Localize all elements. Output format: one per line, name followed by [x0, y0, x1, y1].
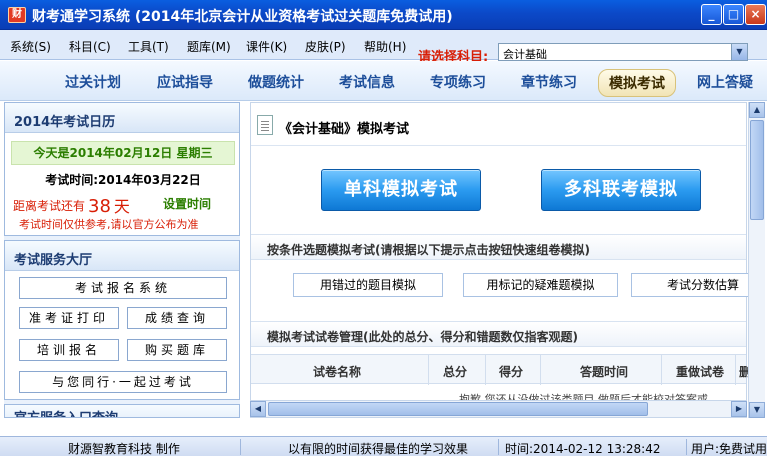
- main-tab-bar: 过关计划 应试指导 做题统计 考试信息 专项练习 章节练习 模拟考试 网上答疑: [0, 61, 767, 101]
- single-subject-exam-button[interactable]: 单科模拟考试: [321, 169, 481, 211]
- tab-pass-plan[interactable]: 过关计划: [65, 72, 121, 92]
- subject-select[interactable]: 会计基础 ▼: [498, 43, 748, 61]
- minimize-button[interactable]: _: [701, 4, 722, 25]
- exam-time-notice: 考试时间仅供参考,请以官方公布为准: [19, 218, 199, 231]
- tab-mock-exam[interactable]: 模拟考试: [598, 69, 676, 97]
- status-slogan: 以有限的时间获得最佳的学习效果: [288, 442, 469, 456]
- col-answer-time[interactable]: 答题时间: [580, 363, 628, 380]
- left-panel: 2014年考试日历 今天是2014年02月12日 星期三 考试时间:2014年0…: [4, 102, 240, 418]
- maximize-button[interactable]: □: [723, 4, 744, 25]
- subject-select-value: 会计基础: [503, 48, 547, 61]
- tab-exam-info[interactable]: 考试信息: [339, 72, 395, 92]
- col-score[interactable]: 得分: [499, 363, 523, 380]
- scroll-down-icon[interactable]: ▼: [749, 402, 765, 418]
- training-signup-button[interactable]: 培训报名: [19, 339, 119, 361]
- registration-system-button[interactable]: 考试报名系统: [19, 277, 227, 299]
- today-date: 今天是2014年02月12日 星期三: [11, 141, 235, 165]
- score-query-button[interactable]: 成绩查询: [127, 307, 227, 329]
- wrong-questions-mock-button[interactable]: 用错过的题目模拟: [293, 273, 443, 297]
- tab-practice-stats[interactable]: 做题统计: [248, 72, 304, 92]
- set-time-link[interactable]: 设置时间: [163, 195, 211, 212]
- col-paper-name[interactable]: 试卷名称: [313, 363, 361, 380]
- service-hall-title: 考试服务大厅: [5, 241, 239, 271]
- watermark-logo: [640, 390, 750, 430]
- scroll-left-icon[interactable]: ◀: [250, 401, 266, 417]
- column-divider: [485, 355, 486, 385]
- exam-date: 考试时间:2014年03月22日: [45, 173, 201, 187]
- official-service-box: 官方服务入口查询: [4, 404, 240, 418]
- menu-bar: 系统(S) 科目(C) 工具(T) 题库(M) 课件(K) 皮肤(P) 帮助(H…: [0, 30, 767, 65]
- mock-exam-title: 《会计基础》模拟考试: [279, 122, 410, 137]
- document-icon: [257, 115, 273, 135]
- filter-section-header: 按条件选题模拟考试(请根据以下提示点击按钮快速组卷模拟): [251, 234, 746, 260]
- window-title: 财考通学习系统 (2014年北京会计从业资格考试过关题库免费试用): [32, 9, 453, 25]
- divider: [251, 145, 746, 146]
- menu-system[interactable]: 系统(S): [10, 38, 51, 55]
- scroll-thumb-horizontal[interactable]: [268, 402, 648, 416]
- status-company: 财源智教育科技 制作: [68, 442, 180, 456]
- column-divider: [428, 355, 429, 385]
- close-button[interactable]: ×: [745, 4, 766, 25]
- menu-tools[interactable]: 工具(T): [128, 38, 169, 55]
- exam-calendar-box: 2014年考试日历 今天是2014年02月12日 星期三 考试时间:2014年0…: [4, 102, 240, 236]
- filter-section-title: 按条件选题模拟考试(请根据以下提示点击按钮快速组卷模拟): [267, 243, 590, 257]
- menu-help[interactable]: 帮助(H): [364, 38, 406, 55]
- status-divider: [498, 439, 499, 455]
- column-divider: [735, 355, 736, 385]
- study-together-button[interactable]: 与您同行·一起过考试: [19, 371, 227, 393]
- exam-calendar-title: 2014年考试日历: [5, 103, 239, 133]
- menu-subject[interactable]: 科目(C): [69, 38, 111, 55]
- app-icon: 财: [8, 7, 26, 23]
- marked-questions-mock-button[interactable]: 用标记的疑难题模拟: [463, 273, 618, 297]
- tab-topic-practice[interactable]: 专项练习: [430, 72, 486, 92]
- service-hall-box: 考试服务大厅 考试报名系统 准考证打印 成绩查询 培训报名 购买题库 与您同行·…: [4, 240, 240, 400]
- countdown-prefix: 距离考试还有: [13, 199, 86, 213]
- chevron-down-icon[interactable]: ▼: [731, 44, 747, 60]
- manage-section-title: 模拟考试试卷管理(此处的总分、得分和错题数仅指客观题): [267, 330, 578, 344]
- column-divider: [540, 355, 541, 385]
- tab-online-qa[interactable]: 网上答疑: [697, 72, 753, 92]
- admission-ticket-print-button[interactable]: 准考证打印: [19, 307, 119, 329]
- menu-skin[interactable]: 皮肤(P): [305, 38, 346, 55]
- tab-chapter-practice[interactable]: 章节练习: [521, 72, 577, 92]
- scroll-thumb[interactable]: [750, 120, 764, 220]
- countdown-suffix: 天: [113, 197, 130, 216]
- buy-question-bank-button[interactable]: 购买题库: [127, 339, 227, 361]
- vertical-scrollbar[interactable]: ▲ ▼: [748, 102, 765, 418]
- status-divider: [686, 439, 687, 455]
- tab-exam-guide[interactable]: 应试指导: [157, 72, 213, 92]
- col-total-score[interactable]: 总分: [443, 363, 467, 380]
- col-redo-paper[interactable]: 重做试卷: [676, 363, 724, 380]
- status-bar: 财源智教育科技 制作 以有限的时间获得最佳的学习效果 时间:2014-02-12…: [0, 436, 767, 456]
- multi-subject-exam-button[interactable]: 多科联考模拟: [541, 169, 701, 211]
- status-divider: [240, 439, 241, 455]
- scroll-up-icon[interactable]: ▲: [749, 102, 765, 118]
- menu-courseware[interactable]: 课件(K): [246, 38, 287, 55]
- column-divider: [661, 355, 662, 385]
- countdown-days: 38: [88, 196, 111, 217]
- title-bar: 财 财考通学习系统 (2014年北京会计从业资格考试过关题库免费试用) _ □ …: [0, 0, 767, 30]
- mock-exam-panel: 《会计基础》模拟考试 单科模拟考试 多科联考模拟 按条件选题模拟考试(请根据以下…: [250, 102, 751, 418]
- status-user: 用户:免费试用: [691, 442, 767, 456]
- menu-question-bank[interactable]: 题库(M): [187, 38, 231, 55]
- official-service-title: 官方服务入口查询: [5, 405, 239, 417]
- countdown: 距离考试还有 38 天: [13, 193, 133, 217]
- exam-papers-table-header: 试卷名称 总分 得分 答题时间 重做试卷 删: [251, 354, 751, 385]
- status-time: 时间:2014-02-12 13:28:42: [505, 442, 661, 456]
- score-estimate-button[interactable]: 考试分数估算: [631, 273, 748, 297]
- manage-section-header: 模拟考试试卷管理(此处的总分、得分和错题数仅指客观题): [251, 321, 746, 347]
